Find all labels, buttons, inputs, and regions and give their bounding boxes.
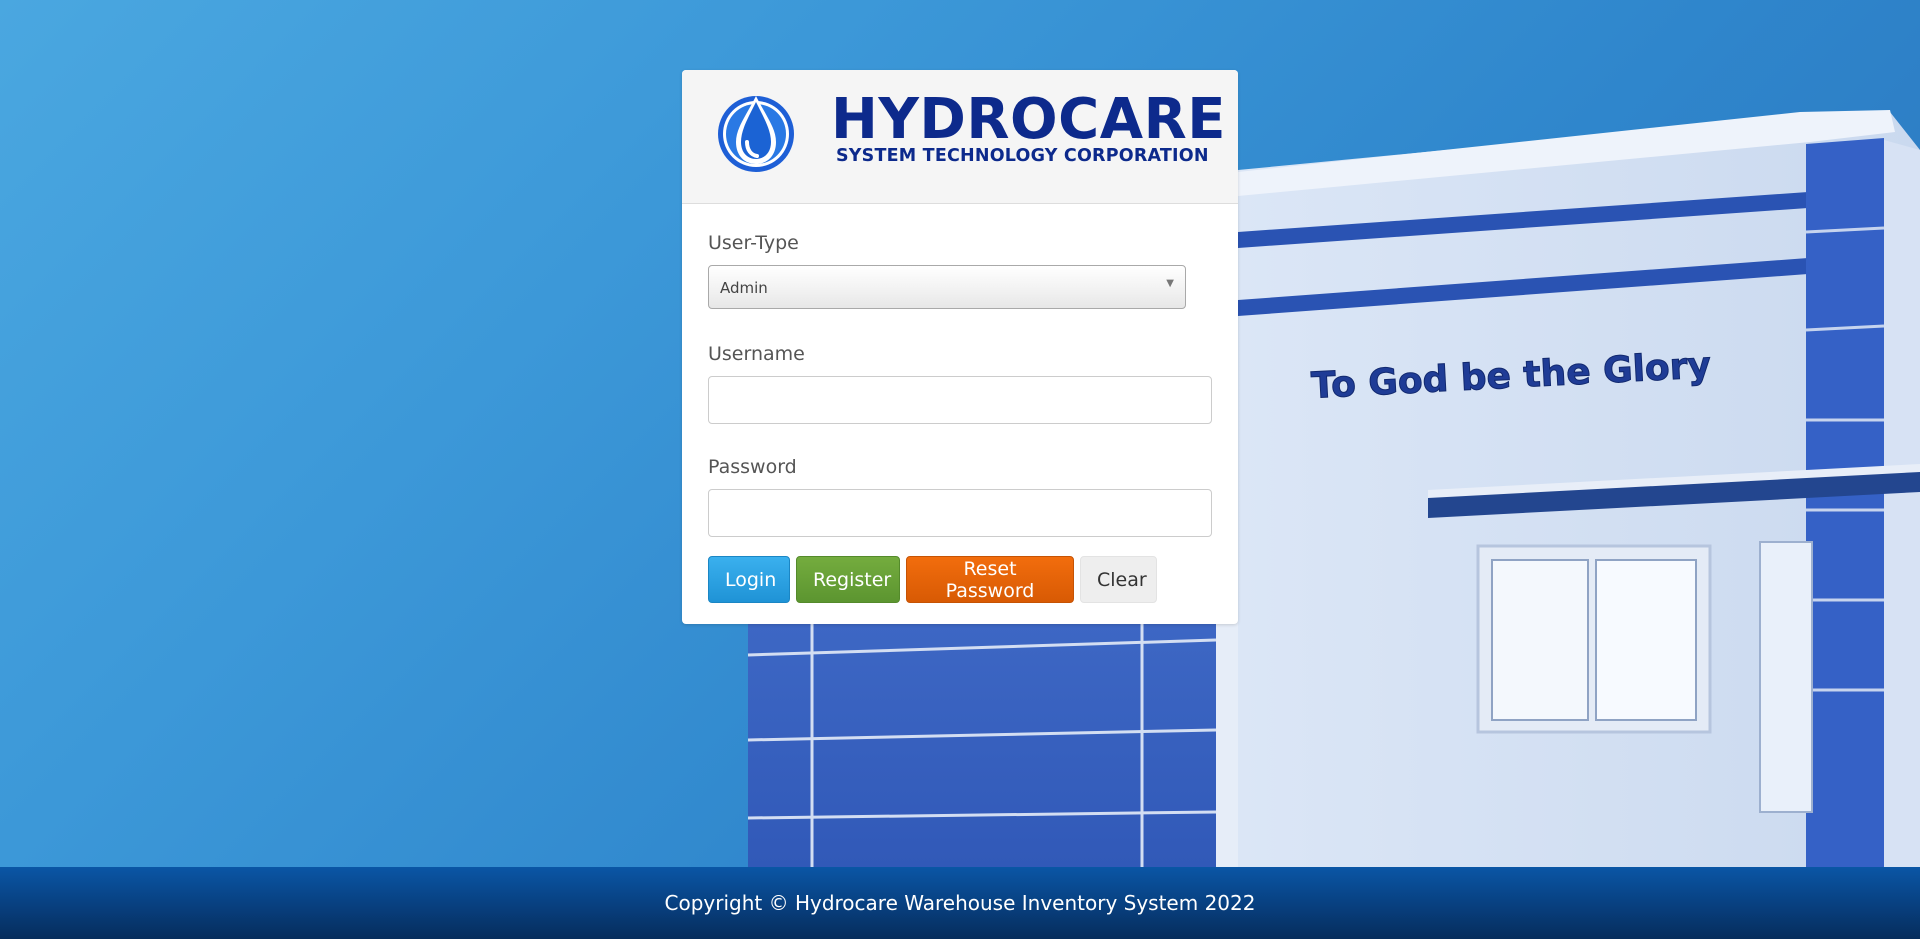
- login-card: HYDROCARE SYSTEM TECHNOLOGY CORPORATION …: [682, 70, 1238, 624]
- caret-down-icon: ▼: [1166, 278, 1174, 289]
- footer: Copyright © Hydrocare Warehouse Inventor…: [0, 867, 1920, 939]
- clear-button[interactable]: Clear: [1080, 556, 1157, 603]
- user-type-label: User-Type: [708, 232, 799, 254]
- logo-company-name: HYDROCARE: [831, 87, 1226, 152]
- company-logo: HYDROCARE SYSTEM TECHNOLOGY CORPORATION: [716, 88, 1225, 174]
- login-form: User-Type Admin ▼ Username Password Logi…: [682, 204, 1238, 603]
- register-button[interactable]: Register: [796, 556, 900, 603]
- username-label: Username: [708, 343, 805, 365]
- card-header: HYDROCARE SYSTEM TECHNOLOGY CORPORATION: [682, 70, 1238, 204]
- password-input[interactable]: [708, 489, 1212, 537]
- username-input[interactable]: [708, 376, 1212, 424]
- user-type-selected-value: Admin: [720, 279, 768, 297]
- reset-password-button[interactable]: Reset Password: [906, 556, 1074, 603]
- footer-copyright: Copyright © Hydrocare Warehouse Inventor…: [664, 891, 1256, 915]
- water-drop-icon: [718, 96, 794, 172]
- logo-company-subtitle: SYSTEM TECHNOLOGY CORPORATION: [836, 146, 1209, 166]
- button-row: Login Register Reset Password Clear: [708, 556, 1212, 603]
- login-page: To God be the Glory HYDROCARE SYSTEM TEC…: [0, 0, 1920, 939]
- user-type-select[interactable]: Admin ▼: [708, 265, 1186, 309]
- login-button[interactable]: Login: [708, 556, 790, 603]
- password-label: Password: [708, 456, 797, 478]
